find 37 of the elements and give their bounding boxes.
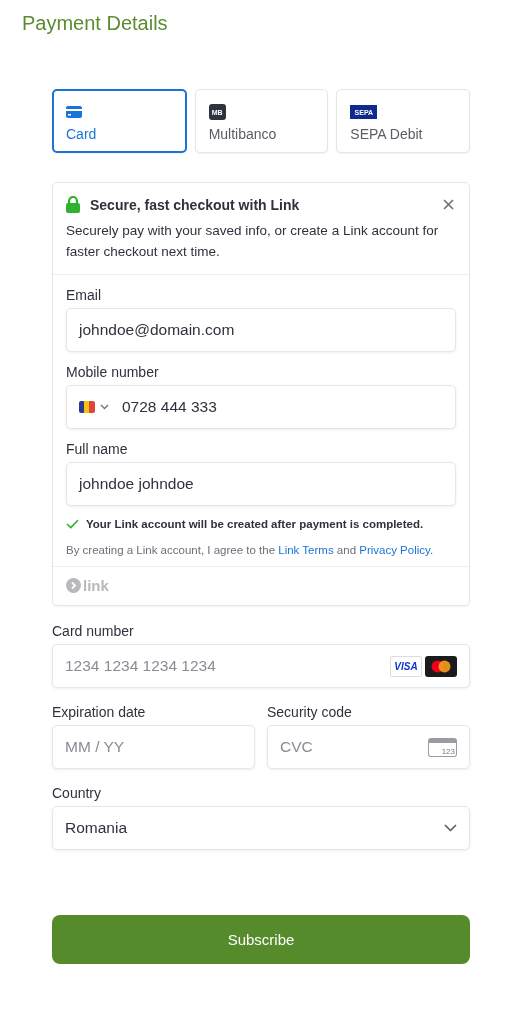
confirmation-text: Your Link account will be created after payment is completed. [86, 518, 424, 530]
chevron-down-icon [100, 404, 109, 410]
subscribe-button[interactable]: Subscribe [52, 915, 470, 964]
link-wordmark: link [83, 578, 109, 593]
mastercard-logo [425, 655, 457, 677]
terms-text: By creating a Link account, I agree to the Link Terms and Privacy Policy. [66, 544, 435, 556]
field-label: Email [66, 287, 102, 303]
field-label: Expiration date [52, 704, 147, 720]
input-field[interactable]: johndoe johndoe [66, 462, 456, 506]
expiration-field[interactable]: MM / YY [52, 725, 255, 769]
card-icon [66, 106, 82, 118]
terms-link[interactable]: Privacy Policy [359, 544, 430, 556]
field-label: Full name [66, 441, 129, 457]
check-icon [66, 519, 79, 529]
field-label: Country [52, 785, 103, 801]
field-label: Card number [52, 623, 135, 639]
payment-method-tab[interactable]: Card [52, 89, 187, 153]
card-number-field[interactable]: 1234 1234 1234 1234 VISA [52, 644, 470, 688]
arrow-circle-icon [66, 578, 81, 593]
cvc-card-icon: 123 [428, 737, 457, 757]
security-code-field[interactable]: CVC 123 [267, 725, 470, 769]
page-title: Payment Details [22, 12, 168, 36]
chevron-down-icon [444, 824, 457, 832]
visa-logo: VISA [390, 655, 422, 677]
country-picker[interactable] [79, 401, 109, 413]
close-button[interactable] [441, 197, 456, 212]
input-field[interactable]: 0728 444 333 [66, 385, 456, 429]
link-title: Secure, fast checkout with Link [90, 196, 301, 213]
flag-icon [79, 401, 95, 413]
lock-icon [66, 196, 80, 213]
close-icon [443, 199, 454, 210]
field-label: Security code [267, 704, 353, 720]
terms-link[interactable]: Link Terms [278, 544, 334, 556]
link-description: Securely pay with your saved info, or create a Link account for faster checkout next time. [66, 222, 440, 261]
input-field[interactable]: johndoe@domain.com [66, 308, 456, 352]
field-label: Mobile number [66, 364, 160, 380]
country-select[interactable]: Romania [52, 806, 470, 850]
